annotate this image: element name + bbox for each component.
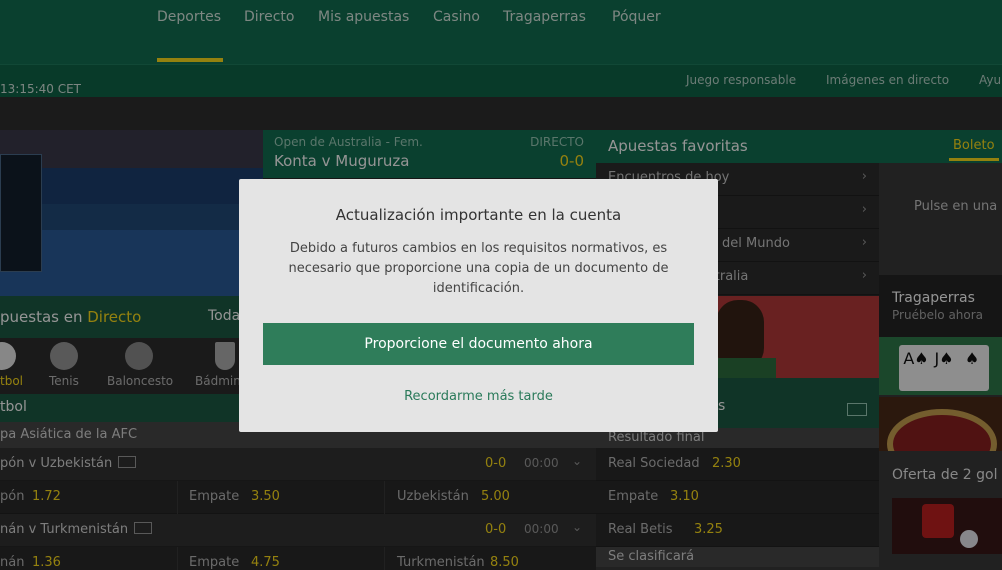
modal-body: Debido a futuros cambios en los requisit… [288, 241, 669, 296]
remind-later-link[interactable]: Recordarme más tarde [239, 389, 718, 404]
account-update-modal: Actualización importante en la cuenta De… [239, 179, 718, 432]
provide-document-button[interactable]: Proporcione el documento ahora [263, 323, 694, 365]
page: Deportes Directo Mis apuestas Casino Tra… [0, 0, 1002, 570]
modal-title: Actualización importante en la cuenta [335, 206, 622, 224]
